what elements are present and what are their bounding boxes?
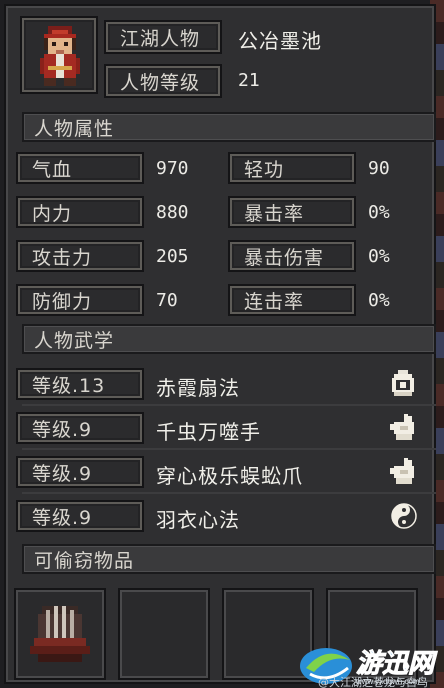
divider bbox=[22, 448, 436, 450]
attributes-header: 人物属性 bbox=[22, 112, 436, 142]
character-portrait bbox=[40, 26, 80, 86]
skill-level: 等级.9 bbox=[16, 412, 144, 444]
skill-level: 等级.9 bbox=[16, 500, 144, 532]
fan-icon[interactable] bbox=[390, 370, 416, 398]
attr-value-internal: 880 bbox=[156, 202, 189, 223]
level-label: 人物等级 bbox=[104, 64, 222, 98]
attr-value-agility: 90 bbox=[368, 158, 390, 179]
attr-value-defense: 70 bbox=[156, 290, 178, 311]
skill-name[interactable]: 千虫万噬手 bbox=[156, 416, 261, 445]
attr-value-attack: 205 bbox=[156, 246, 189, 267]
skill-name[interactable]: 赤霞扇法 bbox=[156, 372, 240, 401]
level-value: 21 bbox=[238, 70, 260, 91]
watermark-credit: @大江湖之苍龙与白鸟 bbox=[318, 676, 428, 688]
steal-slot-2[interactable] bbox=[118, 588, 210, 680]
attr-value-crit-rate: 0% bbox=[368, 202, 390, 223]
attr-value-combo-rate: 0% bbox=[368, 290, 390, 311]
steal-slot-1[interactable] bbox=[14, 588, 106, 680]
attr-label-hp: 气血 bbox=[16, 152, 144, 184]
attr-label-agility: 轻功 bbox=[228, 152, 356, 184]
palm-icon[interactable] bbox=[390, 414, 416, 442]
attr-label-combo-rate: 连击率 bbox=[228, 284, 356, 316]
name-label: 江湖人物 bbox=[104, 20, 222, 54]
divider bbox=[22, 492, 436, 494]
character-name: 公冶墨池 bbox=[238, 29, 322, 53]
attr-value-crit-damage: 0% bbox=[368, 246, 390, 267]
helmet-icon bbox=[30, 606, 90, 662]
palm-icon[interactable] bbox=[390, 458, 416, 486]
character-info-panel: 江湖人物 公冶墨池 人物等级 21 人物属性 气血 970 轻功 90 内力 8… bbox=[4, 4, 436, 684]
attr-label-attack: 攻击力 bbox=[16, 240, 144, 272]
portrait-frame bbox=[20, 16, 98, 94]
divider bbox=[22, 404, 436, 406]
steal-header: 可偷窃物品 bbox=[22, 544, 436, 574]
attr-label-crit-damage: 暴击伤害 bbox=[228, 240, 356, 272]
martial-header: 人物武学 bbox=[22, 324, 436, 354]
skill-level: 等级.13 bbox=[16, 368, 144, 400]
skill-name[interactable]: 羽衣心法 bbox=[156, 504, 240, 533]
skill-level: 等级.9 bbox=[16, 456, 144, 488]
yin-yang-icon[interactable] bbox=[390, 502, 418, 530]
attr-label-defense: 防御力 bbox=[16, 284, 144, 316]
skill-name[interactable]: 穿心极乐蜈蚣爪 bbox=[156, 460, 303, 489]
attr-label-internal: 内力 bbox=[16, 196, 144, 228]
attr-label-crit-rate: 暴击率 bbox=[228, 196, 356, 228]
attr-value-hp: 970 bbox=[156, 158, 189, 179]
